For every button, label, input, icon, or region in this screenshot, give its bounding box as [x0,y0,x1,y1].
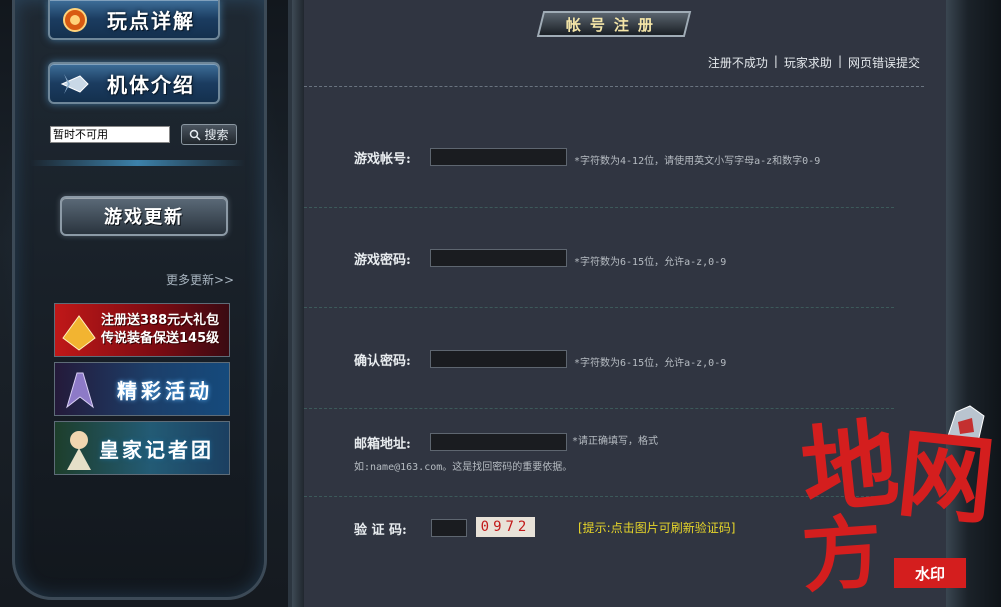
more-updates-link[interactable]: 更多更新>> [166,271,234,288]
help-links: 注册不成功 | 玩家求助 | 网页错误提交 [708,54,920,71]
search-button-label: 搜索 [204,128,229,142]
link-separator: | [773,54,778,68]
royal-reporters-banner[interactable]: 皇家记者团 [54,421,230,475]
treasure-icon [62,315,96,351]
password-hint: *字符数为6-15位，允许a-z,0-9 [574,257,727,268]
link-separator: | [837,54,842,68]
registration-panel: 帐号注册 注册不成功 | 玩家求助 | 网页错误提交 游戏帐号: *字符数为4-… [304,0,946,607]
page-title-plate: 帐号注册 [536,11,692,37]
register-failed-link[interactable]: 注册不成功 [708,54,768,71]
row-divider [304,408,894,409]
right-border [946,0,1001,607]
captcha-input[interactable] [431,519,467,537]
report-error-link[interactable]: 网页错误提交 [848,54,920,71]
robot-mascot-icon [945,405,985,443]
account-label: 游戏帐号: [354,152,411,167]
gift-pack-banner[interactable]: 注册送388元大礼包 传说装备保送145级 [54,303,230,357]
player-help-link[interactable]: 玩家求助 [784,54,832,71]
royal-reporters-text: 皇家记者团 [99,437,214,462]
events-banner[interactable]: 精彩活动 [54,362,230,416]
left-sidebar: 玩点详解 机体介绍 暂时不可用 搜索 游戏更新 更多更新>> 注册送388元大礼… [0,0,292,607]
gift-pack-line-1: 注册送388元大礼包 [101,313,220,328]
character-icon [67,431,91,470]
account-hint: *字符数为4-12位，请使用英文小写字母a-z和数字0-9 [574,156,821,167]
content-border [292,0,304,607]
gift-pack-text: 注册送388元大礼包 传说装备保送145级 [101,312,219,348]
confirm-password-hint: *字符数为6-15位，允许a-z,0-9 [574,358,727,369]
nav-gameplay-label: 玩点详解 [107,8,195,33]
account-input[interactable] [430,148,567,166]
game-updates-header: 游戏更新 [60,196,228,236]
events-text: 精彩活动 [117,378,213,403]
captcha-label: 验 证 码: [354,523,407,538]
email-hint: *请正确填写，格式如:name@163.com。这是找回密码的重要依据。 [354,436,659,473]
row-divider [304,496,894,497]
captcha-image[interactable]: 0972 [476,517,535,537]
captcha-tip: [提示:点击图片可刷新验证码] [578,521,736,535]
gift-pack-line-2: 传说装备保送145级 [101,331,220,346]
search-input[interactable]: 暂时不可用 [50,126,170,143]
confirm-password-label: 确认密码: [354,354,411,369]
mecha-figure-icon [66,372,94,409]
row-divider [304,307,894,308]
header-divider [304,86,924,87]
confirm-password-input[interactable] [430,350,567,368]
nav-gameplay-button[interactable]: 玩点详解 [48,0,220,40]
search-button[interactable]: 搜索 [181,124,237,145]
target-icon [63,8,87,32]
nav-mecha-button[interactable]: 机体介绍 [48,62,220,104]
page-title: 帐号注册 [565,15,662,34]
nav-mecha-label: 机体介绍 [107,72,195,97]
password-label: 游戏密码: [354,253,411,268]
row-divider [304,207,894,208]
jet-icon [60,74,89,94]
magnifier-icon [190,129,202,141]
password-input[interactable] [430,249,567,267]
sidebar-divider [30,160,245,166]
